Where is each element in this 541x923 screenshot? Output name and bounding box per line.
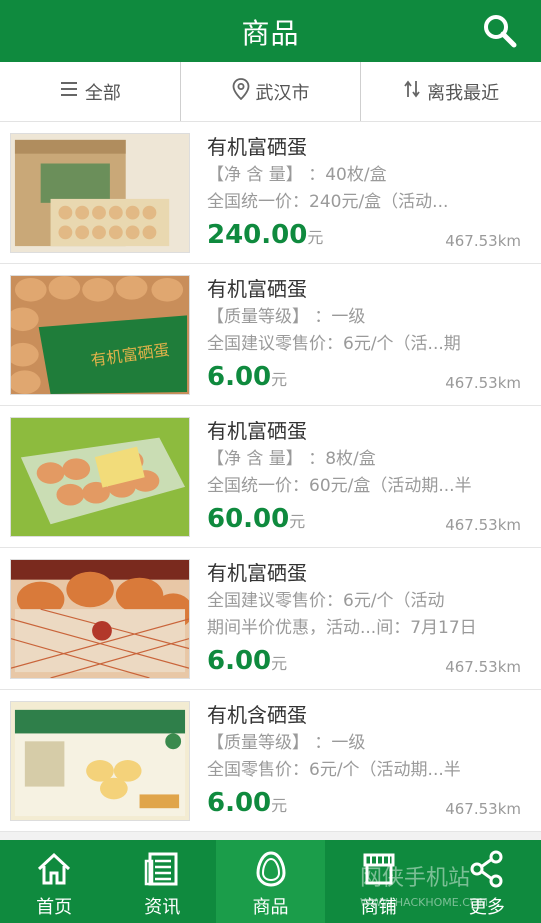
product-item[interactable]: 有机富硒蛋 【净 含 量】 ：8枚/盒 全国统一价：60元/盒（活动期...半 … (0, 406, 541, 548)
product-item[interactable]: 有机富硒蛋 全国建议零售价：6元/个（活动 期间半价优惠，活动...间：7月17… (0, 548, 541, 690)
product-item[interactable]: 有机富硒蛋 【净 含 量】 ：40枚/盒 全国统一价：240元/盒（活动... … (0, 122, 541, 264)
filter-category[interactable]: 全部 (0, 62, 180, 121)
product-distance: 467.53km (445, 800, 521, 818)
product-spec: 【质量等级】 ：一级 (207, 733, 366, 753)
product-image (10, 133, 190, 253)
price-unit: 元 (289, 512, 306, 531)
product-name: 有机富硒蛋 (207, 135, 307, 159)
product-spec: 【净 含 量】 ：8枚/盒 (207, 449, 376, 469)
tab-home[interactable]: 首页 (0, 840, 108, 923)
news-icon (145, 852, 178, 886)
product-image (10, 417, 190, 537)
price-unit: 元 (271, 796, 288, 815)
tab-products[interactable]: 商品 (216, 840, 325, 923)
watermark-url: WWW.HACKHOME.COM (360, 896, 489, 909)
product-desc: 全国统一价：240元/盒（活动... (207, 192, 449, 212)
product-price: 6.00 (207, 362, 272, 392)
product-spec: 【质量等级】 ：一级 (207, 307, 366, 327)
filter-sort[interactable]: 离我最近 (360, 62, 541, 121)
filter-bar: 全部 武汉市 离我最近 (0, 62, 541, 122)
product-image (10, 559, 190, 679)
product-desc: 全国建议零售价：6元/个（活动 (207, 591, 445, 611)
tab-products-label: 商品 (252, 897, 289, 918)
menu-icon (59, 79, 79, 104)
search-icon[interactable] (481, 12, 521, 50)
top-bar: 商品 (0, 0, 541, 62)
product-distance: 467.53km (445, 658, 521, 676)
tab-news-label: 资讯 (144, 897, 181, 918)
watermark: 网侠手机站 WWW.HACKHOME.COM (360, 860, 488, 909)
price-unit: 元 (307, 228, 324, 247)
filter-category-label: 全部 (84, 82, 121, 104)
product-image (10, 701, 190, 821)
price-unit: 元 (271, 654, 288, 673)
page-title: 商品 (241, 17, 300, 50)
egg-icon (255, 851, 286, 887)
product-desc: 全国零售价：6元/个（活动期...半 (207, 760, 461, 780)
product-item[interactable]: 有机富硒蛋 有机富硒蛋 【质量等级】 ：一级 全国建议零售价：6元/个（活...… (0, 264, 541, 406)
product-name: 有机富硒蛋 (207, 277, 307, 301)
product-name: 有机富硒蛋 (207, 419, 307, 443)
price-unit: 元 (271, 370, 288, 389)
sort-arrows-icon (403, 79, 421, 104)
filter-sort-label: 离我最近 (427, 82, 500, 104)
filter-city[interactable]: 武汉市 (179, 62, 361, 121)
product-desc: 全国建议零售价：6元/个（活...期 (207, 334, 461, 354)
product-item[interactable]: 有机含硒蛋 【质量等级】 ：一级 全国零售价：6元/个（活动期...半 6.00… (0, 690, 541, 832)
watermark-text: 网侠手机站 (360, 866, 471, 891)
product-image: 有机富硒蛋 (10, 275, 190, 395)
product-distance: 467.53km (445, 374, 521, 392)
product-spec: 【净 含 量】 ：40枚/盒 (207, 165, 387, 185)
product-price: 60.00 (207, 504, 290, 534)
product-desc: 期间半价优惠，活动...间：7月17日 (207, 618, 477, 638)
product-price: 240.00 (207, 220, 308, 250)
tab-home-label: 首页 (36, 897, 73, 918)
product-name: 有机富硒蛋 (207, 561, 307, 585)
product-distance: 467.53km (445, 232, 521, 250)
tab-news[interactable]: 资讯 (108, 840, 216, 923)
product-name: 有机含硒蛋 (207, 703, 307, 727)
home-icon (38, 852, 71, 885)
location-pin-icon (232, 78, 250, 105)
product-price: 6.00 (207, 646, 272, 676)
product-price: 6.00 (207, 788, 272, 818)
product-list: 有机富硒蛋 【净 含 量】 ：40枚/盒 全国统一价：240元/盒（活动... … (0, 122, 541, 832)
filter-city-label: 武汉市 (255, 82, 310, 104)
product-distance: 467.53km (445, 516, 521, 534)
product-desc: 全国统一价：60元/盒（活动期...半 (207, 476, 472, 496)
